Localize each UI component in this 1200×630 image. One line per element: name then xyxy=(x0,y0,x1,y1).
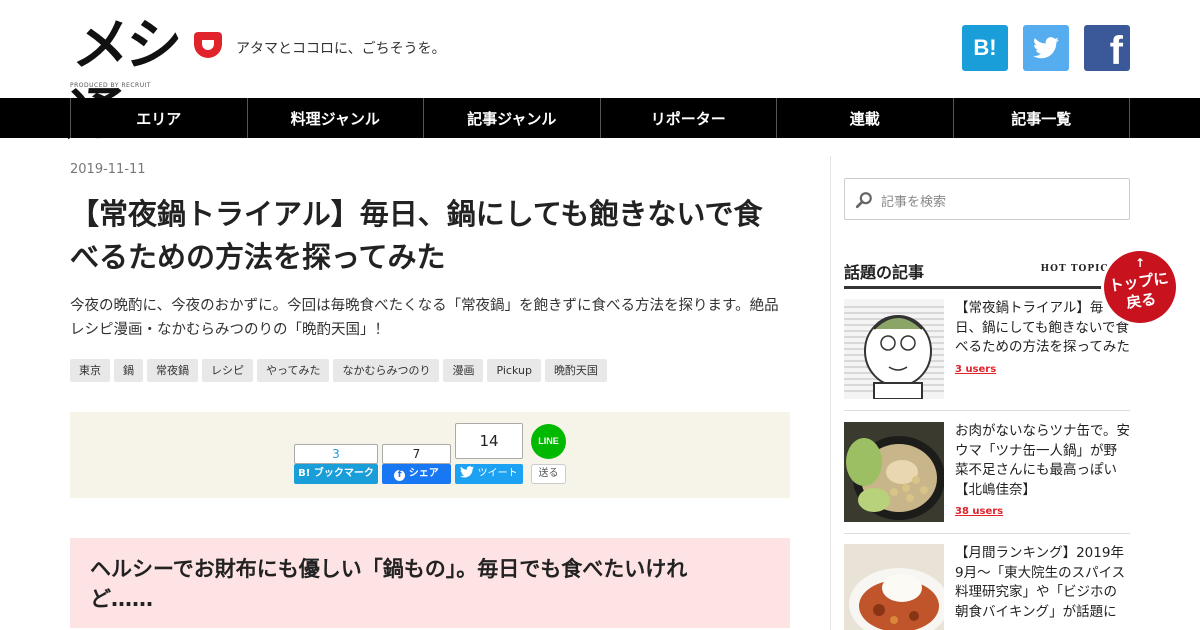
site-header: メシ通 PRODUCED BY RECRUIT アタマとココロに、ごちそうを。 … xyxy=(0,0,1200,148)
logo-produced-by: PRODUCED BY RECRUIT xyxy=(70,82,152,89)
hot-topic-item[interactable]: 【月間ランキング】2019年9月～「東大院生のスパイス料理研究家」や「ビジホの朝… xyxy=(844,544,1130,630)
line-send-button[interactable]: 送る xyxy=(531,464,566,484)
twitter-tweet-label: ツイート xyxy=(477,468,518,479)
hot-topic-title-text: 【月間ランキング】2019年9月～「東大院生のスパイス料理研究家」や「ビジホの朝… xyxy=(955,545,1126,620)
hot-topic-title-text: お肉がないならツナ缶で。安ウマ「ツナ缶一人鍋」が野菜不足さんにも最高っぽい【北嶋… xyxy=(955,423,1130,498)
hot-topic-item[interactable]: 【常夜鍋トライアル】毎日、鍋にしても飽きないで食べるための方法を探ってみた 3 … xyxy=(844,299,1130,411)
twitter-bird-icon xyxy=(460,466,475,478)
facebook-icon: f xyxy=(1109,29,1123,73)
hot-topics-title: 話題の記事 xyxy=(844,263,925,282)
back-to-top-button[interactable]: ↑ トップに戻る xyxy=(1104,251,1176,323)
share-box: 3 B! ブックマーク 7 f シェア 14 ツイート LINE 送る xyxy=(70,412,790,498)
hot-topic-title: 【月間ランキング】2019年9月～「東大院生のスパイス料理研究家」や「ビジホの朝… xyxy=(955,544,1130,622)
article-thumbnail xyxy=(844,422,944,522)
search-placeholder: 記事を検索 xyxy=(881,195,947,210)
hot-topic-title-text: 【常夜鍋トライアル】毎日、鍋にしても飽きないで食べるための方法を探ってみた xyxy=(955,300,1130,355)
hot-topics-header: 話題の記事 HOT TOPICS xyxy=(844,259,1130,289)
hatena-follow-button[interactable]: B! xyxy=(962,25,1008,71)
facebook-share-button[interactable]: f シェア xyxy=(382,464,451,484)
tag-link[interactable]: 漫画 xyxy=(443,359,484,382)
nav-item-series[interactable]: 連載 xyxy=(777,98,954,138)
column-divider xyxy=(830,156,831,630)
article-lead: 今夜の晩酌に、今夜のおかずに。今回は毎晩食べたくなる「常夜鍋」を飽きずに食べる方… xyxy=(70,298,779,338)
facebook-follow-button[interactable]: f xyxy=(1084,25,1130,71)
intro-callout: ヘルシーでお財布にも優しい「鍋もの」。毎日でも食べたいけれど…… xyxy=(70,538,790,628)
facebook-circle-icon: f xyxy=(394,470,406,481)
twitter-count: 14 xyxy=(455,423,523,459)
article-title: 【常夜鍋トライアル】毎日、鍋にしても飽きないで食べるための方法を探ってみた xyxy=(70,197,763,274)
hatena-users-link[interactable]: 38 users xyxy=(955,502,1130,522)
article-thumbnail xyxy=(844,544,944,630)
article-date: 2019-11-11 xyxy=(70,162,146,177)
article-thumbnail xyxy=(844,299,944,399)
hatena-icon: B! xyxy=(973,35,997,60)
hatena-bookmark-button[interactable]: B! ブックマーク xyxy=(294,464,378,484)
nav-item-reporter[interactable]: リポーター xyxy=(601,98,777,138)
twitter-bird-icon xyxy=(1033,37,1059,59)
hatena-users-link[interactable]: 3 users xyxy=(955,360,1130,380)
global-nav: エリア 料理ジャンル 記事ジャンル リポーター 連載 記事一覧 xyxy=(0,98,1200,138)
twitter-follow-button[interactable] xyxy=(1023,25,1069,71)
tag-link[interactable]: 常夜鍋 xyxy=(147,359,198,382)
nav-item-cuisine-genre[interactable]: 料理ジャンル xyxy=(248,98,424,138)
back-to-top-label: トップに戻る xyxy=(1107,269,1170,312)
arrow-up-icon: ↑ xyxy=(1134,256,1146,270)
nav-item-area[interactable]: エリア xyxy=(71,98,248,138)
nav-item-article-list[interactable]: 記事一覧 xyxy=(954,98,1130,138)
tag-link[interactable]: やってみた xyxy=(257,359,330,382)
tag-link[interactable]: 晩酌天国 xyxy=(544,359,607,382)
hot-topic-title: お肉がないならツナ缶で。安ウマ「ツナ缶一人鍋」が野菜不足さんにも最高っぽい【北嶋… xyxy=(955,422,1130,522)
facebook-share-label: シェア xyxy=(408,468,439,479)
site-logo[interactable]: メシ通 PRODUCED BY RECRUIT xyxy=(63,10,222,148)
line-icon[interactable]: LINE xyxy=(531,424,566,459)
tag-list: 東京 鍋 常夜鍋 レシピ やってみた なかむらみつのり 漫画 Pickup 晩酌… xyxy=(70,359,607,382)
tag-link[interactable]: レシピ xyxy=(202,359,253,382)
facebook-count: 7 xyxy=(382,444,451,464)
twitter-tweet-button[interactable]: ツイート xyxy=(455,464,523,484)
tag-link[interactable]: 東京 xyxy=(70,359,110,382)
hot-topic-title: 【常夜鍋トライアル】毎日、鍋にしても飽きないで食べるための方法を探ってみた 3 … xyxy=(955,299,1130,379)
site-tagline: アタマとココロに、ごちそうを。 xyxy=(236,41,446,57)
tag-link[interactable]: Pickup xyxy=(487,359,541,382)
hot-topic-item[interactable]: お肉がないならツナ缶で。安ウマ「ツナ缶一人鍋」が野菜不足さんにも最高っぽい【北嶋… xyxy=(844,422,1130,534)
tag-link[interactable]: なかむらみつのり xyxy=(333,359,440,382)
tag-link[interactable]: 鍋 xyxy=(114,359,143,382)
nav-item-article-genre[interactable]: 記事ジャンル xyxy=(424,98,601,138)
search-field[interactable]: 記事を検索 xyxy=(844,178,1130,220)
hatena-count: 3 xyxy=(294,444,378,464)
search-icon xyxy=(855,192,872,209)
callout-text: ヘルシーでお財布にも優しい「鍋もの」。毎日でも食べたいけれど…… xyxy=(90,557,688,611)
